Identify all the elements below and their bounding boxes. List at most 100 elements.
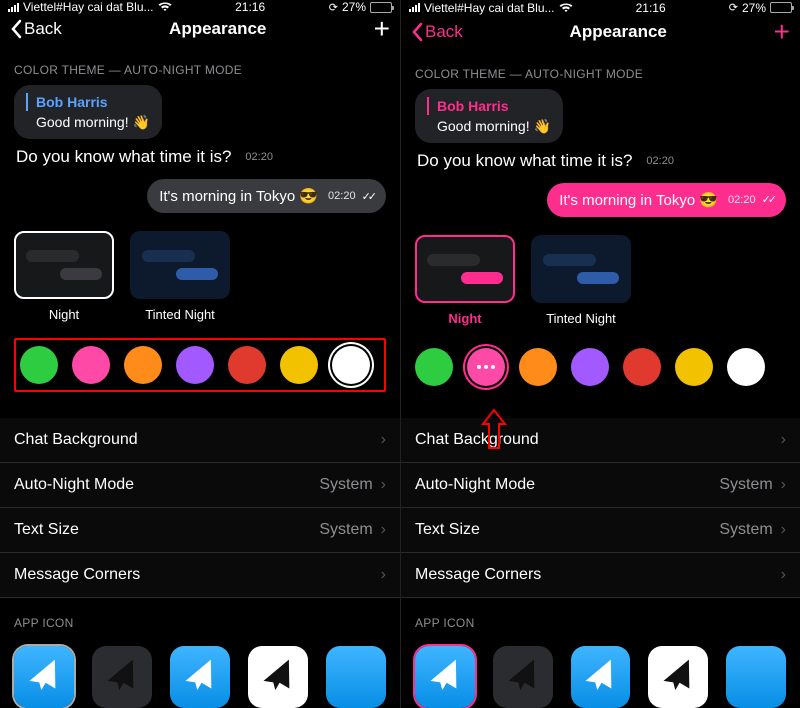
clock: 21:16 [235, 0, 265, 14]
swatch-orange[interactable] [519, 348, 557, 386]
swatch-green[interactable] [415, 348, 453, 386]
section-header-app-icon: APP ICON [0, 598, 400, 638]
swatch-green[interactable] [20, 346, 58, 384]
swatch-orange[interactable] [124, 346, 162, 384]
theme-tinted-label: Tinted Night [531, 311, 631, 326]
settings-list: Chat Background › Auto-Night Mode System… [401, 418, 800, 598]
greeting-text: Good morning! 👋 [427, 117, 551, 135]
cell-text-size[interactable]: Text Size System› [401, 508, 800, 553]
app-icon-5[interactable] [326, 646, 386, 708]
cell-message-corners[interactable]: Message Corners › [0, 553, 400, 598]
chevron-right-icon: › [781, 431, 786, 449]
incoming-bubble: Bob Harris Good morning! 👋 [14, 85, 162, 139]
sender-name: Bob Harris [427, 97, 551, 115]
battery-icon [770, 2, 792, 13]
swatch-white[interactable] [332, 346, 370, 384]
chat-preview: Bob Harris Good morning! 👋 Do you know w… [401, 89, 800, 217]
greeting-text: Good morning! 👋 [26, 113, 150, 131]
swatch-yellow[interactable] [675, 348, 713, 386]
back-button[interactable]: Back [10, 19, 62, 39]
chevron-left-icon [10, 19, 22, 39]
back-label: Back [24, 19, 62, 39]
reply-text: It's morning in Tokyo 😎 [159, 187, 318, 205]
app-icon-2[interactable] [92, 646, 152, 708]
theme-night[interactable]: Night [415, 235, 515, 326]
app-icon-1[interactable] [14, 646, 74, 708]
wifi-icon [559, 3, 573, 13]
cell-auto-night[interactable]: Auto-Night Mode System› [401, 463, 800, 508]
swatch-red[interactable] [228, 346, 266, 384]
carrier-text: Viettel#Hay cai dat Blu... [23, 0, 154, 14]
chevron-right-icon: › [781, 476, 786, 494]
theme-cards: Night Tinted Night [0, 213, 400, 328]
swatch-white[interactable] [727, 348, 765, 386]
carrier-text: Viettel#Hay cai dat Blu... [424, 1, 555, 15]
swatch-area [401, 332, 800, 410]
section-header-color-theme: COLOR THEME — AUTO-NIGHT MODE [0, 45, 400, 85]
page-title: Appearance [570, 22, 667, 42]
question-text: Do you know what time it is? [16, 147, 231, 167]
app-icon-2[interactable] [493, 646, 553, 708]
swatch-pink-selected[interactable] [467, 348, 505, 386]
outgoing-bubble: It's morning in Tokyo 😎 02:20 ✓✓ [547, 183, 786, 217]
wifi-icon [158, 2, 172, 12]
question-time: 02:20 [245, 151, 273, 163]
chevron-right-icon: › [381, 476, 386, 494]
theme-night-label: Night [415, 311, 515, 326]
theme-tinted[interactable]: Tinted Night [531, 235, 631, 326]
section-header-color-theme: COLOR THEME — AUTO-NIGHT MODE [401, 49, 800, 89]
app-icon-row [401, 638, 800, 708]
swatch-yellow[interactable] [280, 346, 318, 384]
sender-name: Bob Harris [26, 93, 150, 111]
question-row: Do you know what time it is? 02:20 [14, 141, 386, 169]
chevron-right-icon: › [781, 521, 786, 539]
chat-preview: Bob Harris Good morning! 👋 Do you know w… [0, 85, 400, 213]
theme-night-label: Night [14, 307, 114, 322]
back-button[interactable]: Back [411, 22, 463, 42]
add-button[interactable]: + [774, 18, 790, 46]
question-text: Do you know what time it is? [417, 151, 632, 171]
chevron-right-icon: › [781, 566, 786, 584]
signal-icon [409, 3, 420, 12]
battery-pct: 27% [342, 0, 366, 14]
cell-chat-background[interactable]: Chat Background › [401, 418, 800, 463]
swatch-purple[interactable] [176, 346, 214, 384]
theme-cards: Night Tinted Night [401, 217, 800, 332]
reply-text: It's morning in Tokyo 😎 [559, 191, 718, 209]
app-icon-4[interactable] [248, 646, 308, 708]
battery-icon [370, 2, 392, 13]
settings-list: Chat Background › Auto-Night Mode System… [0, 418, 400, 598]
page-title: Appearance [169, 19, 266, 39]
back-label: Back [425, 22, 463, 42]
orientation-lock-icon: ⟳ [729, 1, 738, 14]
cell-text-size[interactable]: Text Size System› [0, 508, 400, 553]
status-bar: Viettel#Hay cai dat Blu... 21:16 ⟳ 27% [0, 0, 400, 14]
reply-time: 02:20 [728, 194, 756, 206]
chevron-right-icon: › [381, 431, 386, 449]
swatch-pink[interactable] [72, 346, 110, 384]
app-icon-4[interactable] [648, 646, 708, 708]
status-bar: Viettel#Hay cai dat Blu... 21:16 ⟳ 27% [401, 0, 800, 15]
app-icon-3[interactable] [170, 646, 230, 708]
question-row: Do you know what time it is? 02:20 [415, 145, 786, 173]
cell-chat-background[interactable]: Chat Background › [0, 418, 400, 463]
swatch-area [0, 328, 400, 410]
app-icon-1[interactable] [415, 646, 475, 708]
cell-message-corners[interactable]: Message Corners › [401, 553, 800, 598]
swatch-purple[interactable] [571, 348, 609, 386]
add-button[interactable]: + [374, 15, 390, 43]
theme-tinted[interactable]: Tinted Night [130, 231, 230, 322]
reply-time: 02:20 [328, 190, 356, 202]
section-header-app-icon: APP ICON [401, 598, 800, 638]
swatch-red[interactable] [623, 348, 661, 386]
battery-pct: 27% [742, 1, 766, 15]
outgoing-bubble: It's morning in Tokyo 😎 02:20 ✓✓ [147, 179, 386, 213]
screen-right: Viettel#Hay cai dat Blu... 21:16 ⟳ 27% B… [400, 0, 800, 708]
cell-auto-night[interactable]: Auto-Night Mode System› [0, 463, 400, 508]
app-icon-row [0, 638, 400, 708]
app-icon-3[interactable] [571, 646, 631, 708]
theme-night[interactable]: Night [14, 231, 114, 322]
clock: 21:16 [636, 1, 666, 15]
app-icon-5[interactable] [726, 646, 786, 708]
chevron-right-icon: › [381, 566, 386, 584]
